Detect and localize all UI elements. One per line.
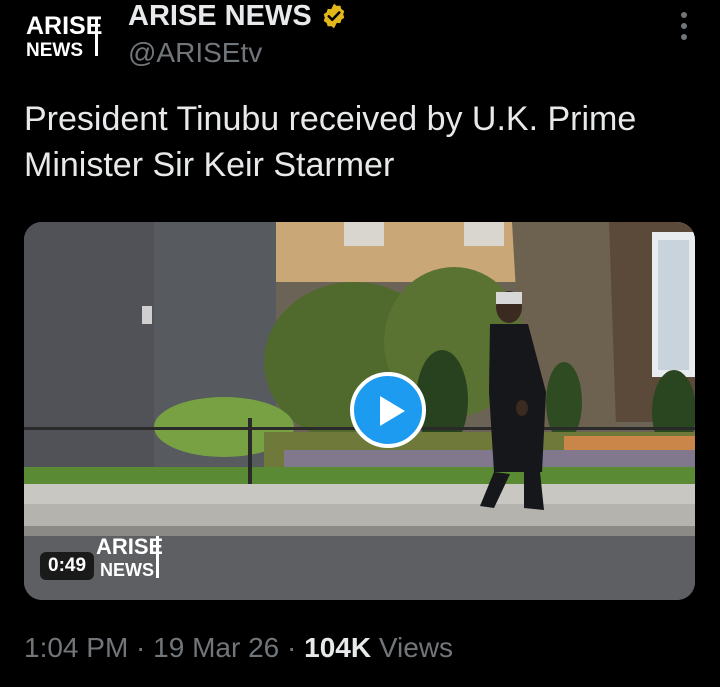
svg-text:NEWS: NEWS bbox=[100, 560, 154, 580]
display-name[interactable]: ARISE NEWS bbox=[128, 0, 312, 32]
arise-news-watermark: ARISE NEWS bbox=[94, 532, 162, 580]
tweet-date[interactable]: 19 Mar 26 bbox=[153, 632, 279, 663]
video-thumbnail[interactable]: 0:49 ARISE NEWS bbox=[24, 222, 695, 600]
video-duration: 0:49 bbox=[40, 552, 95, 580]
avatar-text-bottom: NEWS bbox=[26, 40, 83, 60]
avatar[interactable]: ARISE NEWS bbox=[24, 10, 104, 61]
tweet-meta: 1:04 PM · 19 Mar 26 · 104K Views bbox=[24, 632, 454, 663]
tweet-time[interactable]: 1:04 PM bbox=[24, 632, 128, 663]
tweet-text: President Tinubu received by U.K. Prime … bbox=[24, 96, 704, 188]
tweet-text-line: President Tinubu received by U.K. Prime bbox=[24, 100, 637, 138]
views-label: Views bbox=[371, 632, 454, 663]
more-vertical-icon[interactable] bbox=[674, 12, 694, 46]
views-count[interactable]: 104K bbox=[304, 632, 371, 663]
avatar-text-top: ARISE bbox=[26, 12, 102, 40]
verified-badge-icon bbox=[320, 2, 348, 30]
play-button[interactable] bbox=[350, 372, 426, 448]
svg-text:ARISE: ARISE bbox=[96, 534, 162, 559]
play-icon bbox=[380, 396, 405, 426]
tweet-text-line: Minister Sir Keir Starmer bbox=[24, 146, 395, 184]
author: ARISE NEWS @ARISEtv bbox=[128, 0, 348, 70]
tweet: ARISE NEWS ARISE NEWS @ARISEtv President… bbox=[0, 0, 720, 687]
handle[interactable]: @ARISEtv bbox=[128, 36, 348, 70]
